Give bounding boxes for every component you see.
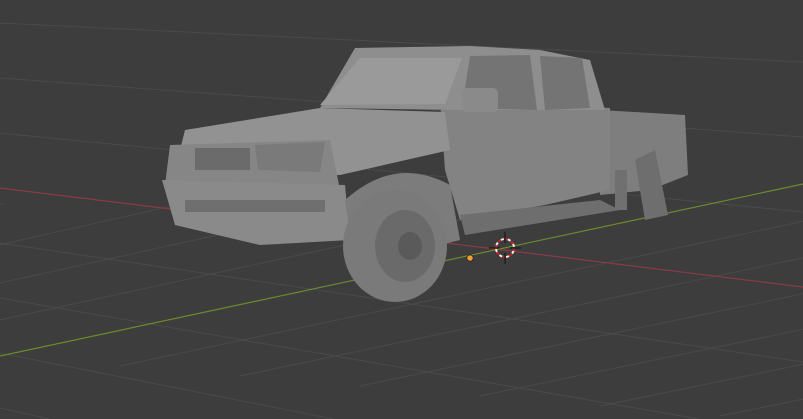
grid-line [239,257,803,377]
grid-line [719,398,803,417]
grid-line [359,293,803,387]
grid-line [0,297,700,419]
grid-line [599,363,803,407]
3d-viewport[interactable] [0,0,803,419]
viewport-scene [0,22,803,419]
object-origin-icon[interactable] [466,254,474,262]
grid-line [0,352,334,419]
grid-line [0,203,4,206]
grid-line [0,407,50,419]
grid-line [479,328,803,397]
grid-line [119,220,803,367]
